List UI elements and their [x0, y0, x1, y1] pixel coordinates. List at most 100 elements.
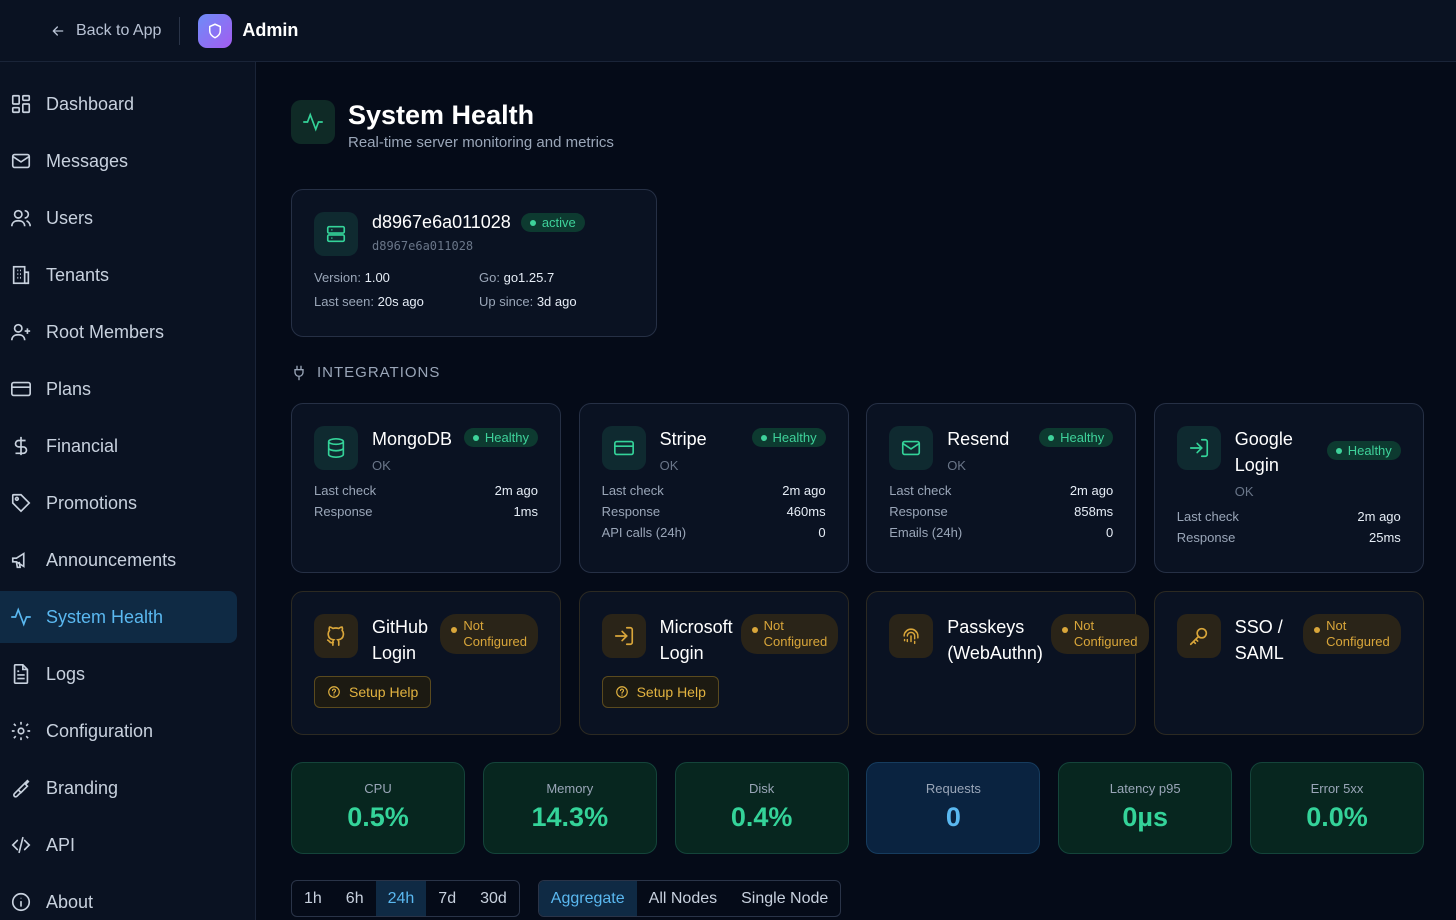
response-row: Response 858ms: [889, 504, 1114, 519]
integration-card-sso-saml: SSO / SAML Not Configured: [1153, 591, 1424, 735]
sidebar-item-label: Tenants: [46, 264, 110, 285]
api-calls-row: API calls (24h) 0: [601, 525, 826, 540]
integration-status: OK: [372, 458, 391, 473]
status-badge: active: [520, 213, 585, 232]
login-icon: [1176, 426, 1221, 470]
database-icon: [314, 426, 358, 470]
last-check-row: Last check 2m ago: [1176, 509, 1401, 524]
range-6h[interactable]: 6h: [334, 881, 376, 916]
chart-controls: 1h 6h 24h 7d 30d Aggregate All Nodes Sin…: [291, 880, 842, 917]
sidebar-item-plans[interactable]: Plans: [0, 363, 237, 415]
node-go-version: go1.25.7: [503, 270, 555, 285]
back-to-app-link[interactable]: Back to App: [50, 22, 161, 40]
status-badge: Healthy: [751, 428, 826, 447]
node-id: d8967e6a011028: [372, 239, 474, 253]
range-1h[interactable]: 1h: [292, 881, 334, 916]
brand-title: Admin: [242, 20, 299, 40]
sidebar-item-promotions[interactable]: Promotions: [0, 477, 237, 529]
sidebar-item-tenants[interactable]: Tenants: [0, 249, 237, 301]
status-badge: Healthy: [1326, 441, 1401, 460]
card-icon: [11, 381, 31, 397]
node-last-seen: 20s ago: [377, 294, 424, 309]
mail-icon: [11, 153, 31, 169]
time-range-selector: 1h 6h 24h 7d 30d: [291, 880, 520, 917]
last-check-row: Last check 2m ago: [889, 483, 1114, 498]
sidebar-item-label: Announcements: [46, 549, 177, 570]
sidebar-item-logs[interactable]: Logs: [0, 648, 237, 700]
sidebar-item-label: Branding: [46, 777, 119, 798]
integration-status: OK: [947, 458, 966, 473]
sidebar-item-financial[interactable]: Financial: [0, 420, 237, 472]
integration-card-stripe: Stripe Healthy OK Last check 2m ago Respo…: [578, 403, 849, 573]
status-badge: Healthy: [463, 428, 538, 447]
users-icon: [11, 209, 31, 227]
code-icon: [11, 836, 31, 854]
not-configured-badge: Not Configured: [740, 614, 839, 654]
setup-help-button[interactable]: Setup Help: [601, 676, 719, 708]
integration-name: Resend: [947, 429, 1010, 449]
integration-name: Microsoft Login: [659, 617, 733, 663]
metrics-row: CPU 0.5% Memory 14.3% Disk 0.4% Requests…: [291, 762, 1424, 854]
metric-memory: Memory 14.3%: [482, 762, 657, 854]
sidebar-item-root-members[interactable]: Root Members: [0, 306, 237, 358]
sidebar-item-label: API: [46, 834, 76, 855]
integration-status: OK: [659, 458, 679, 473]
not-configured-badge: Not Configured: [1303, 614, 1401, 654]
card-icon: [601, 426, 646, 470]
integration-name: MongoDB: [372, 429, 453, 449]
sidebar-item-dashboard[interactable]: Dashboard: [0, 78, 237, 130]
range-30d[interactable]: 30d: [468, 881, 519, 916]
integration-name: SSO / SAML: [1234, 617, 1284, 663]
metric-disk: Disk 0.4%: [674, 762, 849, 854]
sidebar-item-label: Logs: [46, 663, 86, 684]
sidebar-item-announcements[interactable]: Announcements: [0, 534, 237, 586]
metric-error-5xx: Error 5xx 0.0%: [1249, 762, 1424, 854]
response-row: Response 25ms: [1176, 530, 1401, 545]
status-badge: Healthy: [1039, 428, 1114, 447]
view-mode-selector: Aggregate All Nodes Single Node: [537, 880, 842, 917]
sidebar-item-about[interactable]: About: [0, 876, 237, 920]
node-meta: Version: 1.00 Go: go1.25.7 Last seen: 20…: [314, 270, 577, 309]
integration-card-google-login: Google Login Healthy OK Last check 2m ago …: [1153, 403, 1424, 573]
integration-name: Stripe: [659, 429, 707, 449]
sidebar-item-branding[interactable]: Branding: [0, 762, 237, 814]
integration-card-resend: Resend Healthy OK Last check 2m ago Respo…: [866, 403, 1137, 573]
megaphone-icon: [11, 552, 25, 569]
activity-icon: [11, 607, 31, 627]
not-configured-badge: Not Configured: [1050, 614, 1149, 654]
sidebar-item-users[interactable]: Users: [0, 192, 237, 244]
sidebar-item-configuration[interactable]: Configuration: [0, 705, 237, 757]
sidebar-item-system-health[interactable]: System Health: [0, 591, 237, 643]
page-header: System Health Real-time server monitorin…: [291, 100, 614, 151]
integration-status: OK: [1234, 484, 1254, 499]
sidebar-item-label: System Health: [46, 606, 164, 627]
plug-icon: [294, 365, 304, 380]
response-row: Response 1ms: [314, 504, 538, 519]
dollar-icon: [14, 436, 28, 456]
help-circle-icon: [328, 686, 340, 698]
sidebar-item-label: Configuration: [46, 720, 154, 741]
sidebar-item-label: Root Members: [46, 321, 165, 342]
last-check-row: Last check 2m ago: [314, 483, 538, 498]
user-plus-icon: [11, 323, 31, 341]
last-check-row: Last check 2m ago: [601, 483, 826, 498]
setup-help-button[interactable]: Setup Help: [314, 676, 432, 708]
view-all-nodes[interactable]: All Nodes: [637, 881, 729, 916]
sidebar-item-label: Messages: [46, 150, 129, 171]
range-24h[interactable]: 24h: [375, 881, 427, 916]
key-icon: [1176, 614, 1221, 658]
node-version: 1.00: [364, 270, 390, 285]
sidebar-item-api[interactable]: API: [0, 819, 237, 871]
emails-row: Emails (24h) 0: [889, 525, 1114, 540]
view-single-node[interactable]: Single Node: [729, 881, 840, 916]
shield-icon: [198, 13, 233, 48]
view-aggregate[interactable]: Aggregate: [538, 881, 637, 916]
sidebar-item-messages[interactable]: Messages: [0, 135, 237, 187]
metric-requests: Requests 0: [866, 762, 1041, 854]
range-7d[interactable]: 7d: [426, 881, 468, 916]
integration-name: GitHub Login: [372, 617, 429, 663]
metric-cpu: CPU 0.5%: [291, 762, 465, 854]
page-title: System Health: [348, 100, 535, 130]
brand: Admin: [198, 13, 299, 48]
back-label: Back to App: [76, 21, 162, 39]
